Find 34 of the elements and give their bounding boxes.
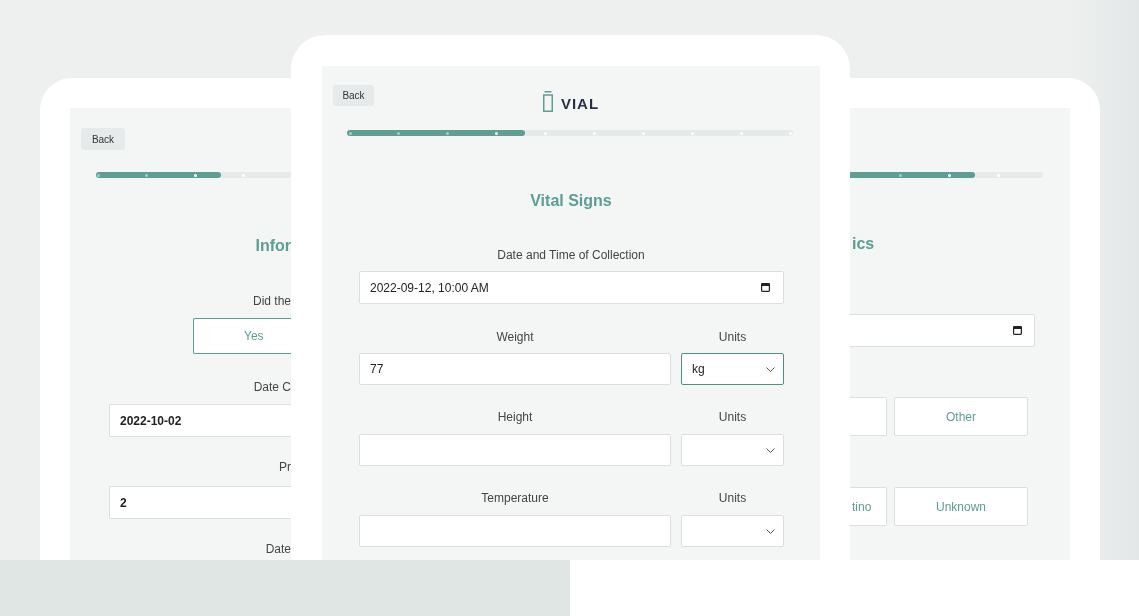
field-label: Pr (279, 460, 291, 474)
text-input[interactable] (359, 515, 671, 547)
section-title: ics (851, 234, 875, 254)
section-title: Infor (255, 236, 291, 256)
field-label: Date C (253, 380, 291, 394)
calendar-icon[interactable] (1013, 326, 1022, 335)
date-field[interactable] (850, 314, 1035, 347)
text-input[interactable]: 77 (359, 353, 671, 385)
vial-logo-icon (542, 91, 553, 112)
field-label: Did the (252, 294, 291, 308)
field-label: Units (718, 409, 747, 425)
field-label: Date (265, 542, 291, 556)
option-button[interactable] (850, 397, 887, 436)
back-button[interactable]: Back (81, 128, 125, 150)
field-label: Units (718, 329, 747, 345)
field-label: Date and Time of Collection (497, 247, 645, 263)
field-label: Units (718, 490, 747, 506)
chevron-icon (766, 528, 775, 534)
text-input[interactable]: 2022-10-02 (109, 404, 291, 437)
chevron-icon (766, 366, 775, 372)
date-time-field[interactable]: 2022-09-12, 10:00 AM (359, 271, 784, 304)
back-button[interactable]: Back (333, 85, 374, 106)
units-select[interactable] (681, 434, 784, 466)
chevron-icon (766, 447, 775, 453)
field-label: Temperature (481, 490, 549, 506)
section-title: Vital Signs (530, 191, 612, 211)
units-select[interactable] (681, 515, 784, 547)
text-input[interactable]: 2 (109, 486, 291, 519)
calendar-icon[interactable] (761, 283, 770, 292)
units-select[interactable]: kg (681, 353, 784, 385)
field-label: Weight (496, 329, 534, 345)
field-label: Height (497, 409, 533, 425)
text-input[interactable] (359, 434, 671, 466)
brand-name: VIAL (560, 96, 600, 112)
